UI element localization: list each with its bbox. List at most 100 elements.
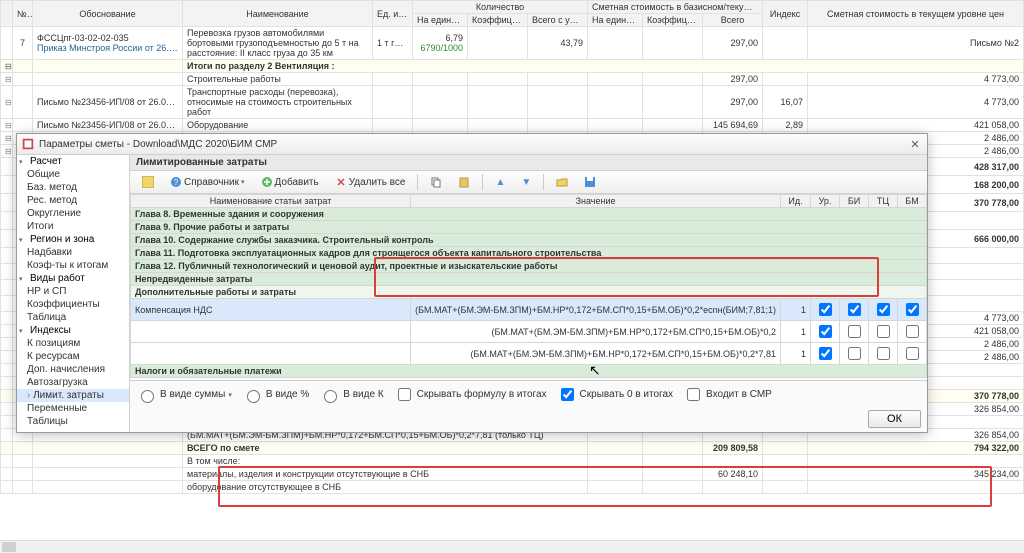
flag-ur[interactable]	[819, 325, 832, 338]
flag-ur[interactable]	[819, 303, 832, 316]
tree-group[interactable]: ▾Регион и зона	[17, 233, 129, 246]
add-button[interactable]: Добавить	[255, 174, 325, 190]
lcol-bi: БИ	[840, 195, 869, 208]
toolbar-separator	[482, 174, 483, 190]
save-button[interactable]	[578, 174, 602, 190]
help-button[interactable]: ?Справочник▾	[164, 174, 251, 190]
dialog-titlebar[interactable]: Параметры сметы - Download\МДС 2020\БИМ …	[17, 134, 927, 155]
table-row[interactable]: ⊟Письмо №23456-ИП/08 от 26.09.2020г п.23…	[1, 86, 1024, 119]
tree-item-selected[interactable]: › Лимит. затраты	[17, 389, 129, 402]
open-button[interactable]	[550, 174, 574, 190]
tree-item[interactable]: Округление	[17, 207, 129, 220]
limit-row[interactable]: Непредвиденные затраты	[131, 273, 927, 286]
limit-row[interactable]: Компенсация НДС(БМ.МАТ+(БМ.ЭМ-БМ.ЗПМ)+БМ…	[131, 299, 927, 321]
limit-row[interactable]: Глава 9. Прочие работы и затраты	[131, 221, 927, 234]
toolbar-separator	[417, 174, 418, 190]
tree-item[interactable]: Автозагрузка	[17, 376, 129, 389]
table-row[interactable]: ⊟Итоги по разделу 2 Вентиляция :	[1, 60, 1024, 73]
tree-item[interactable]: Таблицы	[17, 415, 129, 428]
tree-item[interactable]: Коэффициенты	[17, 298, 129, 311]
opt-pct[interactable]: В виде %	[242, 387, 309, 403]
flag-bm[interactable]	[906, 347, 919, 360]
col-osn: Обоснование	[33, 1, 183, 27]
opt-hide-formula[interactable]: Скрывать формулу в итогах	[394, 385, 547, 404]
flag-tc[interactable]	[877, 347, 890, 360]
tree-group[interactable]: ▾Расчет	[17, 155, 129, 168]
tree-item[interactable]: Рес. метод	[17, 194, 129, 207]
tree-group[interactable]: ▾Индексы	[17, 324, 129, 337]
copy-button[interactable]	[424, 174, 448, 190]
table-row[interactable]: 7ФССЦпг-03-02-02-035Приказ Минстроя Росс…	[1, 27, 1024, 60]
col-np: № п.п	[13, 1, 33, 27]
limit-row[interactable]: (БМ.МАТ+(БМ.ЭМ-БМ.ЗПМ)+БМ.НР*0,172+БМ.СП…	[131, 343, 927, 365]
estimate-params-dialog: Параметры сметы - Download\МДС 2020\БИМ …	[16, 133, 928, 433]
move-down-button[interactable]: ▼	[515, 175, 537, 190]
tree-group[interactable]: ▾Виды работ	[17, 272, 129, 285]
tree-item[interactable]: НР и СП	[17, 285, 129, 298]
limit-row[interactable]: Глава 8. Временные здания и сооружения	[131, 208, 927, 221]
close-button[interactable]: ✕	[907, 137, 923, 151]
tree-item[interactable]: Баз. метод	[17, 181, 129, 194]
panel-toolbar: ?Справочник▾ Добавить Удалить все ▲ ▼	[130, 171, 927, 194]
dialog-category-tree[interactable]: ▾РасчетОбщиеБаз. методРес. методОкруглен…	[17, 155, 130, 432]
svg-text:?: ?	[174, 178, 179, 187]
lcol-value: Значение	[411, 195, 781, 208]
options-row: В виде суммы▾ В виде % В виде К Скрывать…	[136, 385, 921, 404]
flag-tc[interactable]	[877, 303, 890, 316]
table-row[interactable]: материалы, изделия и конструкции отсутст…	[1, 468, 1024, 481]
limit-row[interactable]: Глава 10. Содержание службы заказчика. С…	[131, 234, 927, 247]
lcol-tc: ТЦ	[869, 195, 898, 208]
panel-title: Лимитированные затраты	[130, 155, 927, 171]
flag-bi[interactable]	[848, 303, 861, 316]
action-button[interactable]	[136, 174, 160, 190]
table-row[interactable]: ⊟Строительные работы297,004 773,00	[1, 73, 1024, 86]
col-cost: Сметная стоимость в базисном/текущем уро…	[588, 1, 763, 14]
tree-item[interactable]: Общие	[17, 168, 129, 181]
limit-costs-grid[interactable]: Наименование статьи затрат Значение Ид. …	[130, 194, 927, 380]
col-qty: Количество	[413, 1, 588, 14]
lcol-name: Наименование статьи затрат	[131, 195, 411, 208]
col-cur: Сметная стоимость в текущем уровне цен	[808, 1, 1024, 27]
tree-item[interactable]: Надбавки	[17, 246, 129, 259]
ok-button[interactable]: ОК	[868, 410, 921, 428]
paste-button[interactable]	[452, 174, 476, 190]
app-icon	[21, 137, 35, 151]
table-row[interactable]: ВСЕГО по смете209 809,58794 322,00	[1, 442, 1024, 455]
flag-tc[interactable]	[877, 325, 890, 338]
limit-row[interactable]: Глава 11. Подготовка эксплуатационных ка…	[131, 247, 927, 260]
col-unit: Ед. изм.	[373, 1, 413, 27]
table-row[interactable]: ⊟Письмо №23456-ИП/08 от 26.09.2020Оборуд…	[1, 119, 1024, 132]
opt-hide-zero[interactable]: Скрывать 0 в итогах	[557, 385, 674, 404]
col-name: Наименование	[183, 1, 373, 27]
flag-ur[interactable]	[819, 347, 832, 360]
tree-item[interactable]: К позициям	[17, 337, 129, 350]
opt-k[interactable]: В виде К	[319, 387, 383, 403]
flag-bm[interactable]	[906, 325, 919, 338]
lcol-id: Ид.	[781, 195, 811, 208]
move-up-button[interactable]: ▲	[489, 175, 511, 190]
flag-bi[interactable]	[848, 347, 861, 360]
table-row[interactable]: В том числе:	[1, 455, 1024, 468]
tree-item[interactable]: Коэф-ты к итогам	[17, 259, 129, 272]
flag-bm[interactable]	[906, 303, 919, 316]
opt-sum[interactable]: В виде суммы▾	[136, 387, 232, 403]
lcol-bm: БМ	[898, 195, 927, 208]
limit-row[interactable]: Дополнительные работы и затраты	[131, 286, 927, 299]
lcol-ur: Ур.	[811, 195, 840, 208]
limit-row[interactable]: (БМ.МАТ+(БМ.ЭМ-БМ.ЗПМ)+БМ.НР*0,172+БМ.СП…	[131, 321, 927, 343]
tree-item[interactable]: Таблица	[17, 311, 129, 324]
tree-item[interactable]: Доп. начисления	[17, 363, 129, 376]
table-row[interactable]: оборудование отсутствующее в СНБ	[1, 481, 1024, 494]
limit-row[interactable]: Глава 12. Публичный технологический и це…	[131, 260, 927, 273]
tree-item[interactable]: Переменные	[17, 402, 129, 415]
delete-all-button[interactable]: Удалить все	[329, 174, 412, 190]
col-index: Индекс	[763, 1, 808, 27]
toolbar-separator	[543, 174, 544, 190]
dialog-title: Параметры сметы - Download\МДС 2020\БИМ …	[39, 139, 907, 150]
limit-row[interactable]: Налоги и обязательные платежи	[131, 365, 927, 378]
tree-item[interactable]: К ресурсам	[17, 350, 129, 363]
flag-bi[interactable]	[848, 325, 861, 338]
tree-item[interactable]: Итоги	[17, 220, 129, 233]
horizontal-scrollbar[interactable]	[0, 540, 1024, 553]
opt-in-smr[interactable]: Входит в СМР	[683, 385, 772, 404]
